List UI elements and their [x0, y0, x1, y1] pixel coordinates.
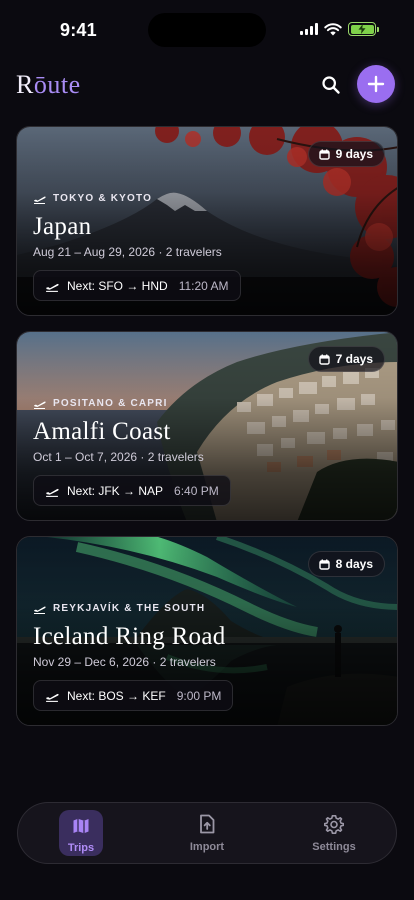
trip-dates-travelers: Nov 29 – Dec 6, 2026 · 2 travelers [33, 655, 216, 669]
trip-title: Amalfi Coast [33, 418, 171, 445]
trip-card-iceland-ring-road[interactable]: 8 days REYKJAVÍK & THE SOUTH Iceland Rin… [16, 536, 398, 726]
trip-title: Japan [33, 213, 92, 240]
tab-label: Trips [67, 842, 95, 854]
next-flight-time: 9:00 PM [176, 688, 222, 703]
file-upload-icon [200, 814, 215, 834]
calendar-icon [318, 354, 330, 365]
next-flight-pill[interactable]: Next: JFK → NAP 6:40 PM [33, 475, 231, 506]
plane-takeoff-icon [34, 606, 46, 614]
trip-duration-badge: 7 days [307, 346, 385, 372]
battery-icon [348, 22, 379, 36]
plane-takeoff-icon [46, 283, 59, 292]
trip-card-japan[interactable]: 9 days TOKYO & KYOTO Japan Aug 21 – Aug … [16, 126, 398, 316]
trip-duration-badge: 8 days [307, 551, 385, 577]
search-icon [322, 76, 340, 94]
logo-prefix: R [16, 70, 34, 99]
status-time: 9:41 [60, 20, 97, 40]
trip-duration: 8 days [335, 557, 373, 571]
search-button[interactable] [314, 68, 348, 102]
add-trip-button[interactable] [357, 65, 395, 103]
next-flight-route: Next: SFO → HND [67, 278, 168, 293]
plane-takeoff-icon [34, 401, 46, 409]
status-icons [300, 22, 379, 36]
gear-icon [324, 815, 344, 834]
logo-accent: ōute [33, 70, 81, 99]
trip-dates-travelers: Oct 1 – Oct 7, 2026 · 2 travelers [33, 450, 204, 464]
next-flight-time: 6:40 PM [174, 483, 219, 498]
next-flight-route: Next: JFK → NAP [67, 483, 164, 498]
next-flight-time: 11:20 AM [178, 278, 229, 293]
trip-duration-badge: 9 days [307, 141, 385, 167]
app-header: Rōute [0, 62, 414, 108]
trip-dates-travelers: Aug 21 – Aug 29, 2026 · 2 travelers [33, 245, 222, 259]
bottom-tab-bar: Trips Import Settings [17, 802, 397, 864]
trip-subtitle: TOKYO & KYOTO [53, 193, 153, 204]
status-bar: 9:41 [0, 0, 414, 56]
tab-import[interactable]: Import [162, 809, 252, 859]
map-icon [73, 818, 89, 834]
plus-icon [367, 75, 385, 93]
trip-destinations: POSITANO & CAPRI [33, 398, 168, 409]
cellular-signal-icon [300, 23, 318, 35]
plane-takeoff-icon [46, 488, 59, 497]
tab-label: Settings [312, 841, 356, 853]
tab-icon-wrap [185, 809, 229, 839]
tab-settings[interactable]: Settings [289, 809, 379, 859]
trip-duration: 9 days [335, 147, 373, 161]
trip-subtitle: POSITANO & CAPRI [53, 398, 168, 409]
next-flight-pill[interactable]: Next: BOS → KEF 9:00 PM [33, 680, 234, 711]
calendar-icon [318, 559, 330, 570]
tab-trips[interactable]: Trips [36, 809, 126, 859]
trip-destinations: REYKJAVÍK & THE SOUTH [33, 603, 205, 614]
app-logo: Rōute [16, 70, 81, 100]
dynamic-island [148, 13, 266, 47]
trip-duration: 7 days [335, 352, 373, 366]
wifi-icon [324, 22, 342, 35]
trip-destinations: TOKYO & KYOTO [33, 193, 152, 204]
plane-takeoff-icon [46, 693, 59, 702]
next-flight-route: Next: BOS → KEF [67, 688, 166, 703]
trip-card-amalfi-coast[interactable]: 7 days POSITANO & CAPRI Amalfi Coast Oct… [16, 331, 398, 521]
next-flight-pill[interactable]: Next: SFO → HND 11:20 AM [33, 270, 241, 301]
trip-title: Iceland Ring Road [33, 623, 226, 650]
trip-subtitle: REYKJAVÍK & THE SOUTH [53, 603, 206, 614]
tab-label: Import [189, 841, 225, 853]
plane-takeoff-icon [34, 196, 46, 204]
tab-icon-wrap [312, 809, 356, 839]
calendar-icon [318, 149, 330, 160]
